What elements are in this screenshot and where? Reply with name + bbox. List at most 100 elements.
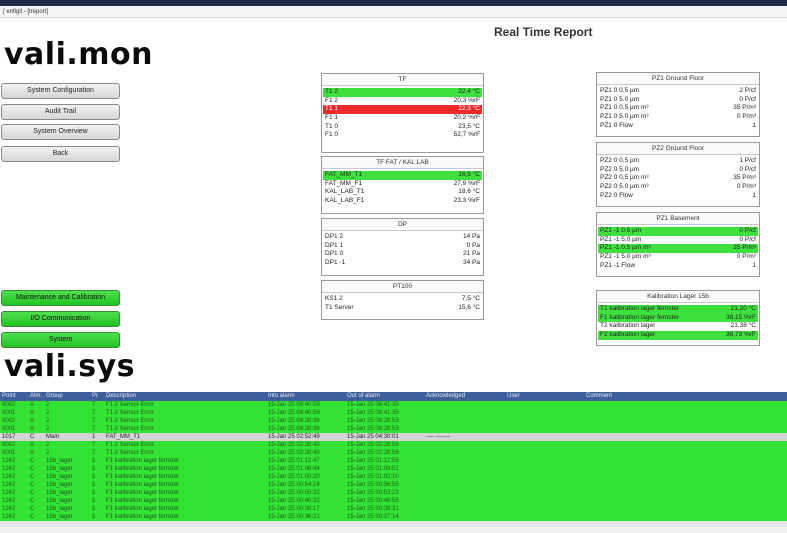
column-header[interactable]: Group [46,392,63,401]
reading-row: PZ1 0 5.0 µm m³ 0 P/m³ [598,113,758,122]
reading-row: PZ2 0 5.0 µm 0 P/cf [598,166,758,175]
reading-row: DP1 1 0 Pa [323,242,482,251]
reading-value: 16,5 °C [458,171,480,178]
reading-row: PZ2 0 0.5 µm 1 P/cf [598,157,758,166]
back-button[interactable]: Back [1,146,120,162]
reading-name: F2 kalibration lager [600,331,656,339]
audit-trail-button[interactable]: Audit Trail [1,104,120,120]
panel-pz1-ground-floor: PZ1 Ground Floor PZ1 0 0.5 µm 2 P/cf PZ1 0 … [596,72,760,137]
reading-row: PZ1 0 5.0 µm 0 P/cf [598,96,758,105]
alarm-table-footer [0,527,787,533]
table-cell: 2 [46,410,50,416]
table-cell: 15-Jan 25 08:40:59 [268,402,320,408]
window-title: [ enfigil - [treport] [0,6,787,18]
reading-name: PZ2 0 Flow [600,191,633,199]
reading-name: PZ2 0 5.0 µm m³ [600,183,649,191]
table-cell: 1017 [2,434,16,440]
table-row[interactable]: 1242 C 15b_lager 1 F1 kalibration lager fern… [0,513,787,521]
table-row[interactable]: 1242 C 15b_lager 1 F1 kalibration lager fern… [0,473,787,481]
column-header[interactable]: User [507,392,520,401]
table-row[interactable]: 9001 A 2 7 T1 2 Sensor Error 15-Jan 25 08:40:… [0,409,787,417]
reading-row: PZ1 0 0.5 µm m³ 35 P/m³ [598,104,758,113]
column-header[interactable]: Into alarm [268,392,295,401]
reading-name: DP1 2 [325,233,344,240]
table-cell: 9002 [2,402,16,408]
column-header[interactable]: Point [2,392,16,401]
reading-name: PZ2 0 0.5 µm m³ [600,174,649,182]
table-cell: A [30,442,35,448]
reading-value: 22,3 °C [458,105,480,113]
reading-row: T1 kalibration lager fernster 21,20 °C [598,305,758,314]
maintenance-calibration-button[interactable]: Maintenance and Calibration [1,290,120,306]
table-row[interactable]: 1242 C 15b_lager 1 F1 kalibration lager fern… [0,457,787,465]
table-cell: 15-Jan 25 08:28:53 [347,426,399,432]
table-cell: 15-Jan 25 02:28:40 [268,450,320,456]
table-cell: FAT_MM_T1 [106,434,141,440]
system-button[interactable]: System [1,332,120,348]
system-configuration-button[interactable]: System Configuration [1,83,120,99]
table-cell: F1 2 Sensor Error [106,402,154,408]
table-cell: 1 [92,482,96,488]
reading-name: PZ2 0 5.0 µm [600,165,640,173]
brand-logo-top: vali.mon [4,37,153,72]
reading-name: T1 kalibration lager fernster [600,305,680,312]
table-cell: 15-Jan 25 01:09:51 [347,466,399,472]
table-cell: 1 [92,434,96,440]
reading-value: 1 [752,261,756,269]
column-header[interactable]: Acknowledged [426,392,465,401]
column-header[interactable]: Comment [586,392,612,401]
table-cell: T1 2 Sensor Error [106,426,154,432]
table-cell: 15b_lager [46,482,73,488]
table-cell: Main [46,434,60,440]
table-row[interactable]: 1242 C 15b_lager 1 F1 kalibration lager fern… [0,481,787,489]
reading-name: T1 1 [325,105,339,113]
table-cell: F1 kalibration lager fernster [106,466,180,472]
panel-pz2-ground-floor: PZ2 Ground Floor PZ2 0 0.5 µm 1 P/cf PZ2 0 … [596,142,760,207]
panel-rows: T1 kalibration lager fernster 21,20 °C F1 … [597,303,759,342]
column-header[interactable]: Description [106,392,136,401]
table-cell: F1 kalibration lager fernster [106,482,180,488]
table-cell: 15-Jan 25 00:48:58 [347,498,399,504]
table-cell: 1 [92,498,96,504]
table-cell: 15-Jan 25 08:41:35 [347,402,399,408]
table-cell: 15-Jan 25 02:28:56 [347,442,399,448]
table-cell: 15-Jan 25 08:41:35 [347,410,399,416]
table-cell: F1 kalibration lager fernster [106,514,180,520]
table-cell: C [30,458,35,464]
table-row[interactable]: 1242 C 15b_lager 1 F1 kalibration lager fern… [0,465,787,473]
page-title: Real Time Report [494,25,593,39]
table-row[interactable]: 1242 C 15b_lager 1 F1 kalibration lager fern… [0,505,787,513]
reading-value: 0 P/m³ [736,113,756,121]
column-header[interactable]: Out of alarm [347,392,380,401]
reading-value: 21,38 °C [730,322,756,330]
table-cell: 15-Jan 25 00:38:17 [268,506,320,512]
system-overview-button[interactable]: System Overview [1,124,120,140]
reading-name: PZ1 0 0.5 µm [600,87,640,94]
table-row[interactable]: 9001 A 2 7 T1 2 Sensor Error 15-Jan 25 02:28:… [0,449,787,457]
table-cell: 15-Jan 25 02:52:49 [268,434,320,440]
table-row[interactable]: 1242 C 15b_lager 1 F1 kalibration lager fern… [0,497,787,505]
table-row[interactable]: 9002 A 2 7 F1 2 Sensor Error 15-Jan 25 08:28:… [0,417,787,425]
reading-value: 0 P/m³ [736,183,756,191]
panel-tf: TF T1 2 22,4 °C F1 2 20,3 %rF T1 1 22,3 °C F1 1… [321,73,484,153]
panel-title: DP [322,219,483,231]
table-cell: 15b_lager [46,474,73,480]
table-cell: ---- ------- [426,434,450,440]
table-cell: 1242 [2,490,16,496]
reading-name: FAT_MM_T1 [325,171,363,178]
column-header[interactable]: Alm. [30,392,42,401]
io-communication-button[interactable]: I/O Communication [1,311,120,327]
table-cell: F1 kalibration lager fernster [106,506,180,512]
table-row[interactable]: 1242 C 15b_lager 1 F1 kalibration lager fern… [0,489,787,497]
reading-row: PZ1 0 Flow 1 [598,122,758,131]
reading-name: DP1 -1 [325,259,346,267]
reading-name: PZ2 0 0.5 µm [600,157,640,164]
table-row[interactable]: 9002 A 2 7 F1 2 Sensor Error 15-Jan 25 02:28:… [0,441,787,449]
table-cell: 1 [92,506,96,512]
column-header[interactable]: Pr [92,392,98,401]
table-row[interactable]: 9001 A 2 7 T1 2 Sensor Error 15-Jan 25 08:28:… [0,425,787,433]
table-row[interactable]: 1017 C Main 1 FAT_MM_T1 15-Jan 25 02:52:49 15-… [0,433,787,441]
table-cell: 1242 [2,458,16,464]
panel-title: TF [322,74,483,86]
table-row[interactable]: 9002 A 2 7 F1 2 Sensor Error 15-Jan 25 08:40:… [0,401,787,409]
